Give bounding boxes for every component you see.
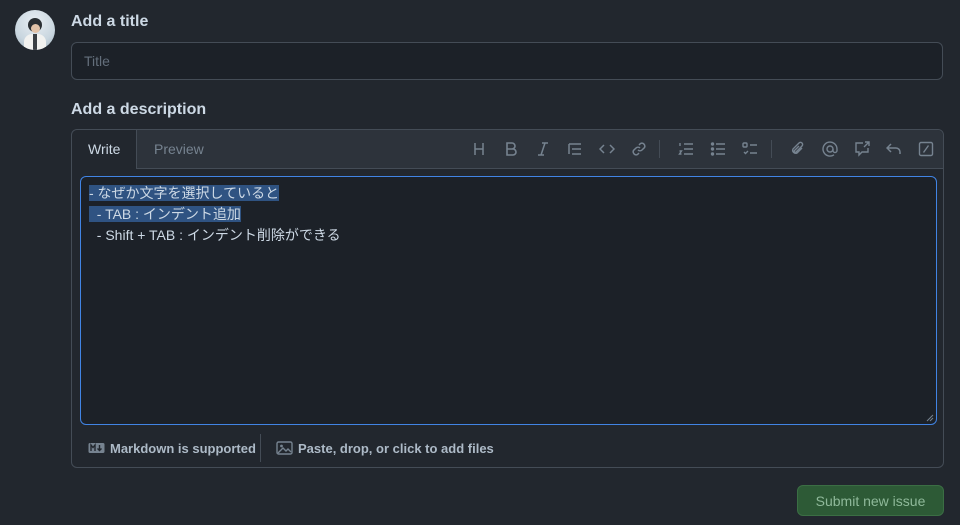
toolbar-divider — [659, 140, 660, 158]
text-line: - なぜか文字を選択していると — [89, 183, 928, 204]
markdown-support-link[interactable]: Markdown is supported — [88, 432, 256, 464]
avatar-strap — [33, 34, 37, 50]
heading-icon[interactable] — [470, 140, 488, 158]
add-files-label: Paste, drop, or click to add files — [298, 440, 494, 456]
link-icon[interactable] — [630, 140, 648, 158]
toolbar-divider — [771, 140, 772, 158]
submit-issue-button[interactable]: Submit new issue — [797, 485, 944, 516]
avatar-face — [31, 24, 40, 33]
reference-icon[interactable] — [853, 140, 871, 158]
line-text: - Shift + TAB : インデント削除ができる — [89, 227, 341, 243]
slash-command-icon[interactable] — [917, 140, 935, 158]
image-icon — [276, 441, 293, 455]
editor-footer: Markdown is supported Paste, drop, or cl… — [72, 432, 943, 468]
text-line: - Shift + TAB : インデント削除ができる — [89, 225, 928, 246]
description-editor: Write Preview - なぜか文字を選択していると - TAB: イン… — [71, 129, 944, 468]
task-list-icon[interactable] — [741, 140, 759, 158]
markdown-label: Markdown is supported — [110, 440, 256, 456]
tab-write[interactable]: Write — [72, 130, 138, 169]
avatar[interactable] — [15, 10, 55, 50]
title-input[interactable] — [71, 42, 943, 80]
bold-icon[interactable] — [502, 140, 520, 158]
undo-icon[interactable] — [885, 140, 903, 158]
selected-text: - TAB : インデント追加 — [89, 206, 241, 222]
code-icon[interactable] — [598, 140, 616, 158]
add-files-button[interactable]: Paste, drop, or click to add files — [276, 432, 494, 464]
mention-icon[interactable] — [821, 140, 839, 158]
text-line: - TAB : インデント追加 — [89, 204, 928, 225]
editor-header: Write Preview — [72, 130, 943, 169]
description-label: Add a description — [71, 101, 207, 118]
markdown-icon — [88, 443, 105, 453]
description-textarea[interactable]: - なぜか文字を選択していると - TAB : インデント追加 - Shift … — [80, 176, 937, 425]
resize-handle[interactable] — [926, 414, 934, 422]
tab-preview[interactable]: Preview — [138, 130, 220, 168]
title-label: Add a title — [71, 13, 149, 30]
footer-divider — [260, 434, 261, 462]
selected-text: - なぜか文字を選択していると — [89, 185, 280, 201]
attach-icon[interactable] — [789, 140, 807, 158]
quote-icon[interactable] — [566, 140, 584, 158]
unordered-list-icon[interactable] — [709, 140, 727, 158]
italic-icon[interactable] — [534, 140, 552, 158]
numbered-list-icon[interactable] — [677, 140, 695, 158]
